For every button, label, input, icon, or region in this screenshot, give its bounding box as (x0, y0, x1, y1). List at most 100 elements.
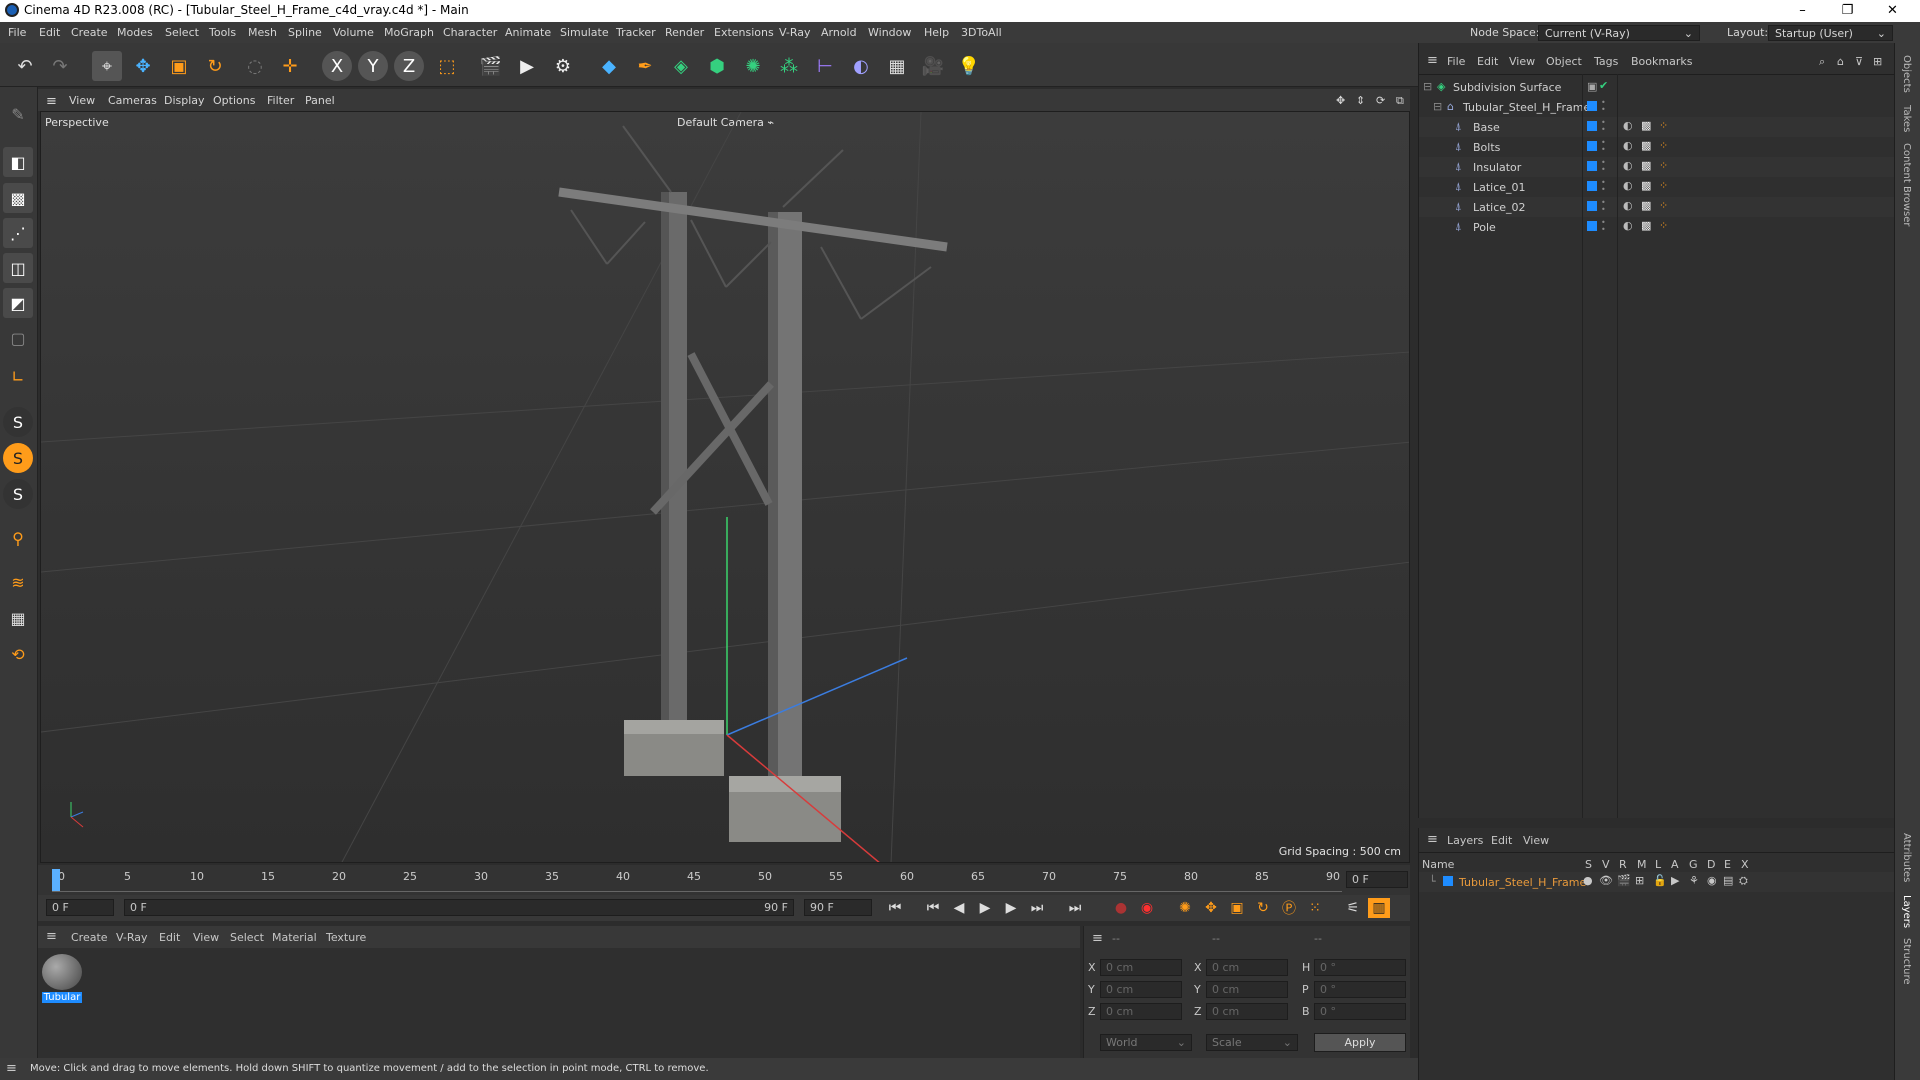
layer-color-swatch[interactable] (1587, 121, 1597, 131)
viewport-menu-cameras[interactable]: Cameras (108, 94, 157, 107)
edges-mode-icon[interactable]: ◫ (3, 253, 33, 283)
maximize-button[interactable]: ❐ (1825, 0, 1870, 22)
autokey-icon[interactable]: ◉ (1136, 898, 1158, 918)
place-tool-icon[interactable]: ✛ (275, 51, 305, 81)
spline-pen-icon[interactable]: ✒ (630, 51, 660, 81)
play-icon[interactable]: ▶ (974, 898, 996, 918)
visibility-dots-icon[interactable]: • • (1601, 99, 1606, 114)
uvw-tag-icon[interactable]: ⁘ (1659, 159, 1668, 172)
menu-modes[interactable]: Modes (117, 26, 153, 39)
menu-tools[interactable]: Tools (209, 26, 236, 39)
model-mode-icon[interactable]: ◧ (3, 147, 33, 177)
coordinate-mode-dropdown[interactable]: World ⌄ (1100, 1034, 1192, 1051)
enabled-check-icon[interactable]: ✔ (1599, 79, 1608, 92)
record-active-icon[interactable]: ● (1110, 898, 1132, 918)
object-row-tubular-steel-h-frame[interactable]: ⊟ ⌂ Tubular_Steel_H_Frame • • (1419, 97, 1895, 117)
layer-color-swatch[interactable] (1587, 221, 1597, 231)
next-key-icon[interactable]: ⏭ (1026, 898, 1048, 918)
size-z-field[interactable]: 0 cm (1206, 1003, 1288, 1020)
menu-extensions[interactable]: Extensions (714, 26, 774, 39)
layer-menu-layers[interactable]: Layers (1447, 834, 1483, 847)
deformer-icon[interactable]: ◉ (1707, 874, 1717, 887)
menu-volume[interactable]: Volume (333, 26, 374, 39)
tab-structure[interactable]: Structure (1901, 938, 1912, 985)
menu-3dtoall[interactable]: 3DToAll (961, 26, 1002, 39)
menu-vray[interactable]: V-Ray (779, 26, 811, 39)
layer-color-swatch[interactable] (1587, 161, 1597, 171)
tweak-mode-icon[interactable]: ⚲ (3, 523, 33, 553)
menu-edit[interactable]: Edit (39, 26, 60, 39)
layer-row[interactable]: └ Tubular_Steel_H_Frame ● 👁 🎬 ⊞ 🔓 ▶ ⚘ ◉ … (1419, 872, 1895, 892)
deformer-icon[interactable]: ⊢ (810, 51, 840, 81)
y-axis-icon[interactable]: Y (358, 51, 388, 81)
material-menu-view[interactable]: View (193, 931, 219, 944)
material-menu-material[interactable]: Material (272, 931, 317, 944)
viewport-menu-panel[interactable]: Panel (305, 94, 335, 107)
transform-tool-icon[interactable]: ◌ (240, 51, 270, 81)
collapse-icon[interactable]: ⊟ (1433, 100, 1442, 113)
layer-menu-view[interactable]: View (1523, 834, 1549, 847)
object-row-insulator[interactable]: ⍋ Insulator • • ◐ ▩ ⁘ (1419, 157, 1895, 177)
viewport-menu-filter[interactable]: Filter (267, 94, 294, 107)
size-mode-dropdown[interactable]: Scale ⌄ (1206, 1034, 1298, 1051)
menu-render[interactable]: Render (665, 26, 704, 39)
object-row-base[interactable]: ⍋ Base • • ◐ ▩ ⁘ (1419, 117, 1895, 137)
menu-animate[interactable]: Animate (505, 26, 551, 39)
material-tag-icon[interactable]: ▩ (1641, 119, 1651, 132)
hamburger-icon[interactable]: ≡ (1427, 832, 1438, 847)
hamburger-icon[interactable]: ≡ (46, 94, 57, 109)
cube-primitive-icon[interactable]: ◆ (594, 51, 624, 81)
viewport-menu-options[interactable]: Options (213, 94, 255, 107)
close-button[interactable]: ✕ (1870, 0, 1915, 22)
tab-objects[interactable]: Objects (1901, 55, 1912, 93)
playhead[interactable] (52, 869, 60, 891)
position-x-field[interactable]: 0 cm (1100, 959, 1182, 976)
key-position-icon[interactable]: ✥ (1200, 898, 1222, 918)
render-settings-icon[interactable]: ⚙ (548, 51, 578, 81)
scale-tool-icon[interactable]: ▣ (164, 51, 194, 81)
rotation-p-field[interactable]: 0 ° (1314, 981, 1406, 998)
locked-workplane-icon[interactable]: ⟲ (3, 639, 33, 669)
size-x-field[interactable]: 0 cm (1206, 959, 1288, 976)
3d-viewport[interactable]: Perspective Default Camera ⌁ Grid Spacin… (40, 111, 1410, 863)
menu-window[interactable]: Window (868, 26, 911, 39)
previous-frame-icon[interactable]: ◀ (948, 898, 970, 918)
position-z-field[interactable]: 0 cm (1100, 1003, 1182, 1020)
object-menu-tags[interactable]: Tags (1594, 55, 1618, 68)
menu-spline[interactable]: Spline (288, 26, 322, 39)
filter-icon[interactable]: ⊽ (1855, 55, 1863, 68)
select-tool-icon[interactable]: ⌖ (92, 51, 122, 81)
light-icon[interactable]: 💡 (954, 51, 984, 81)
material-menu-select[interactable]: Select (230, 931, 264, 944)
visibility-dots-icon[interactable]: • • (1601, 219, 1606, 234)
zoom-view-icon[interactable]: ⇕ (1356, 94, 1365, 107)
render-picture-viewer-icon[interactable]: ▶ (512, 51, 542, 81)
material-menu-texture[interactable]: Texture (326, 931, 366, 944)
layer-menu-edit[interactable]: Edit (1491, 834, 1512, 847)
solo-dot-icon[interactable]: ● (1583, 874, 1593, 887)
timeline-ruler[interactable]: 0 5 10 15 20 25 30 35 40 45 50 55 60 65 … (38, 865, 1410, 895)
material-swatch[interactable]: Tubular (42, 954, 82, 1004)
material-tag-icon[interactable]: ▩ (1641, 219, 1651, 232)
phong-tag-icon[interactable]: ◐ (1623, 139, 1633, 152)
layer-color-swatch[interactable] (1587, 201, 1597, 211)
current-frame-field[interactable]: 0 F (1346, 871, 1408, 888)
maximize-view-icon[interactable]: ⧉ (1396, 94, 1404, 108)
collapse-icon[interactable]: ⊟ (1423, 80, 1432, 93)
camera-icon[interactable]: 🎥 (918, 51, 948, 81)
layout-mode-icon[interactable]: ▥ (1368, 898, 1390, 918)
floor-icon[interactable]: ▦ (882, 51, 912, 81)
tab-content-browser[interactable]: Content Browser (1901, 143, 1912, 226)
apply-button[interactable]: Apply (1314, 1033, 1406, 1052)
material-menu-vray[interactable]: V-Ray (116, 931, 148, 944)
expression-icon[interactable]: ▤ (1723, 874, 1733, 887)
render-view-icon[interactable]: 🎬 (476, 51, 506, 81)
manager-icon[interactable]: ⊞ (1635, 874, 1644, 887)
redo-icon[interactable]: ↷ (45, 51, 75, 81)
mograph-icon[interactable]: ⁂ (774, 51, 804, 81)
material-tag-icon[interactable]: ▩ (1641, 159, 1651, 172)
uvw-tag-icon[interactable]: ⁘ (1659, 199, 1668, 212)
new-window-icon[interactable]: ⊞ (1873, 55, 1882, 68)
visibility-dots-icon[interactable]: • • (1601, 119, 1606, 134)
material-menu-edit[interactable]: Edit (159, 931, 180, 944)
